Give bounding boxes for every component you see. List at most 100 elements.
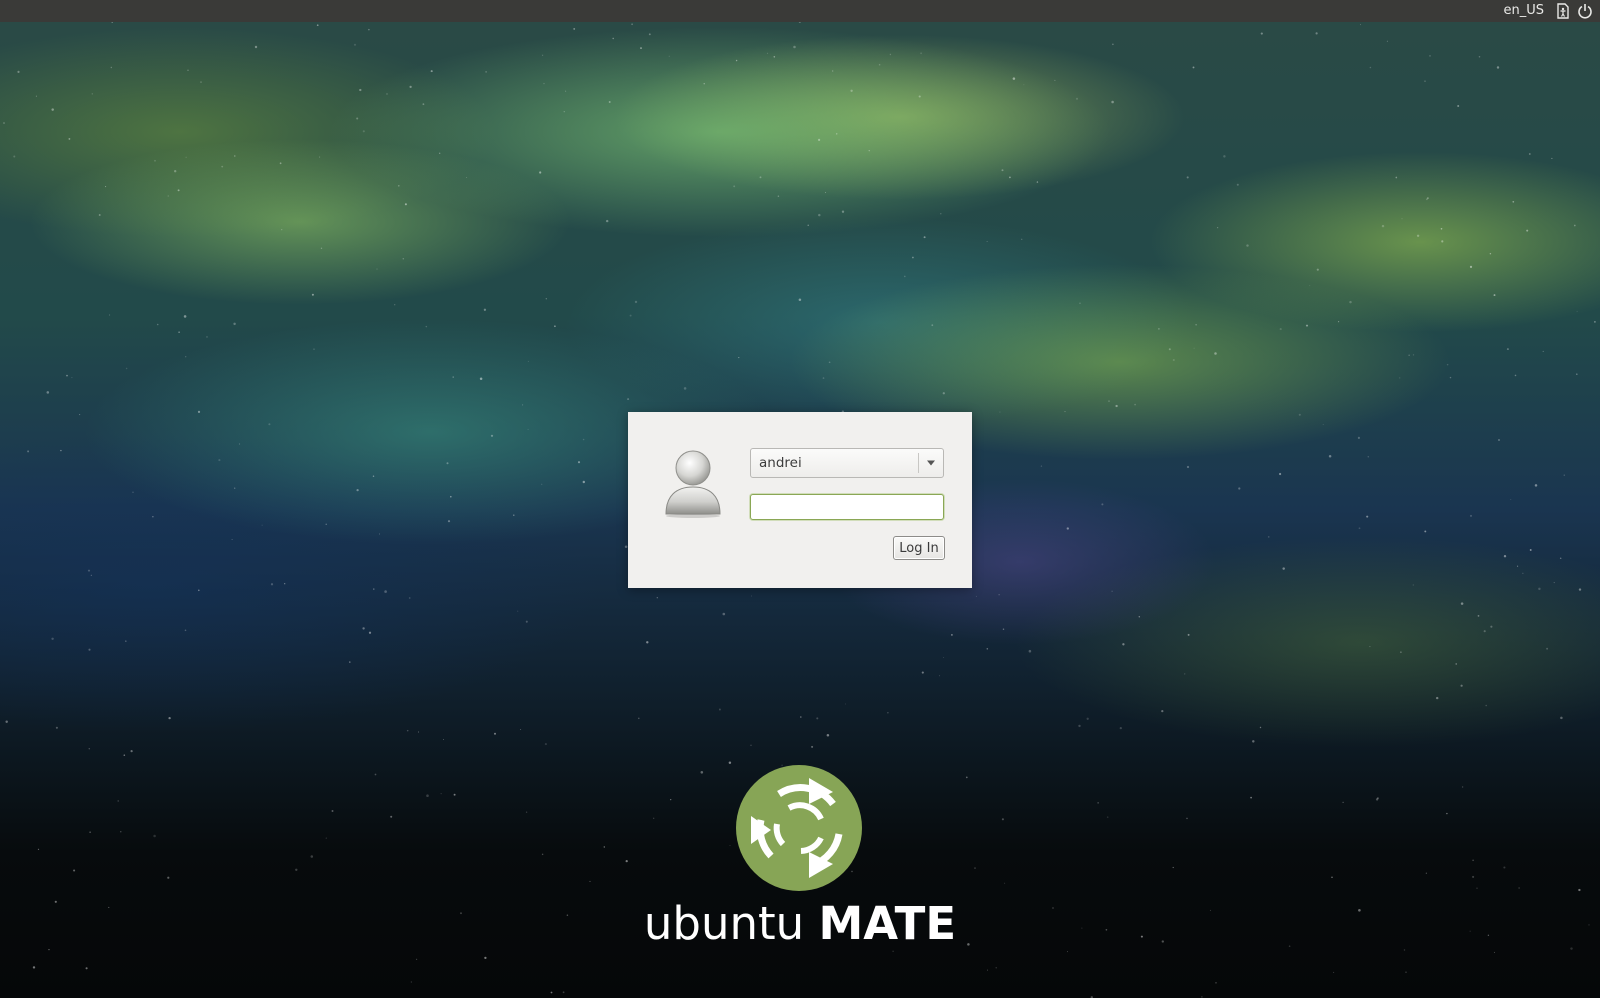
star: [1489, 252, 1492, 255]
star: [1472, 859, 1474, 862]
star: [35, 95, 37, 97]
star: [123, 754, 126, 756]
star: [1186, 817, 1188, 820]
star: [88, 748, 90, 750]
star: [1012, 77, 1016, 80]
user-select[interactable]: andrei: [750, 448, 944, 478]
star: [1158, 328, 1160, 330]
panel-indicators: en_US: [1499, 0, 1600, 22]
star: [1342, 801, 1344, 804]
power-icon[interactable]: [1574, 0, 1596, 22]
star: [703, 83, 705, 85]
star: [1217, 227, 1219, 229]
star: [1578, 888, 1581, 892]
star: [384, 590, 387, 593]
star: [200, 81, 202, 83]
star: [629, 314, 632, 317]
star: [1333, 971, 1335, 973]
chevron-down-icon[interactable]: [919, 449, 943, 477]
star: [1201, 996, 1203, 998]
star: [1279, 472, 1282, 476]
star: [517, 610, 519, 612]
star: [1427, 197, 1429, 199]
star: [46, 391, 50, 394]
star: [1359, 24, 1362, 26]
star: [1021, 238, 1023, 240]
star: [1028, 649, 1032, 653]
star: [1001, 818, 1004, 821]
star: [1298, 413, 1301, 416]
star: [231, 539, 233, 540]
star: [125, 640, 127, 642]
star: [234, 155, 236, 157]
star: [154, 159, 156, 162]
star: [1192, 66, 1195, 69]
star: [1260, 32, 1263, 35]
star: [98, 214, 101, 216]
star: [466, 177, 468, 178]
star: [110, 66, 112, 69]
star: [89, 831, 91, 833]
star: [942, 392, 945, 395]
star: [410, 981, 412, 983]
star: [1528, 153, 1531, 155]
star: [700, 771, 704, 774]
star: [943, 657, 945, 658]
star: [1349, 300, 1352, 304]
star: [167, 876, 170, 879]
star: [1576, 373, 1578, 376]
star: [653, 817, 655, 819]
star: [965, 776, 968, 779]
star: [1172, 866, 1174, 869]
login-button[interactable]: Log In: [893, 536, 945, 560]
star: [1485, 704, 1488, 707]
star: [1441, 240, 1444, 243]
star: [1460, 684, 1463, 687]
star: [1002, 628, 1005, 630]
star: [738, 357, 740, 359]
brand-name-bold: MATE: [818, 897, 957, 950]
star: [577, 461, 581, 464]
ubuntu-mate-logo: [735, 764, 863, 892]
star: [668, 55, 670, 57]
star: [430, 70, 433, 73]
star: [582, 438, 585, 441]
star: [447, 520, 451, 523]
star: [185, 356, 187, 358]
star: [394, 304, 396, 306]
star: [1067, 951, 1068, 953]
star: [1472, 875, 1475, 878]
star: [1040, 465, 1043, 467]
star: [822, 377, 825, 379]
accessibility-icon[interactable]: [1552, 0, 1574, 22]
star: [1101, 503, 1104, 506]
star: [453, 793, 456, 796]
star: [51, 637, 54, 641]
star: [1534, 484, 1538, 487]
star: [1529, 549, 1532, 551]
star: [889, 53, 892, 56]
star: [485, 71, 487, 73]
star: [525, 620, 528, 623]
star: [1490, 625, 1493, 628]
star: [828, 361, 831, 364]
star: [426, 794, 429, 797]
star: [811, 745, 814, 748]
star: [373, 588, 375, 590]
star: [386, 93, 388, 95]
star: [1395, 176, 1398, 179]
language-indicator[interactable]: en_US: [1499, 0, 1552, 22]
star: [525, 811, 528, 813]
star: [268, 423, 271, 426]
star: [887, 712, 889, 714]
star: [798, 298, 802, 301]
password-field[interactable]: [750, 494, 944, 520]
star: [376, 268, 378, 270]
star: [1546, 647, 1549, 650]
star: [1440, 227, 1443, 230]
star: [1111, 100, 1114, 104]
star: [923, 236, 926, 239]
star: [1315, 32, 1318, 35]
star: [1009, 176, 1011, 179]
star: [439, 152, 441, 154]
